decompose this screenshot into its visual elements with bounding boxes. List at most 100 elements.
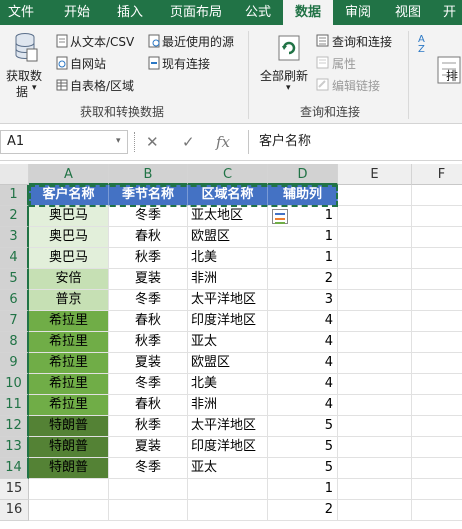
table-cell[interactable] bbox=[412, 479, 462, 500]
table-cell[interactable]: 奥巴马 bbox=[29, 227, 109, 248]
tab-page-layout[interactable]: 页面布局 bbox=[170, 0, 222, 25]
table-cell[interactable]: 冬季 bbox=[109, 290, 188, 311]
table-cell[interactable]: 秋季 bbox=[109, 248, 188, 269]
table-cell[interactable]: 希拉里 bbox=[29, 353, 109, 374]
table-cell[interactable]: 秋季 bbox=[109, 416, 188, 437]
table-cell[interactable]: 安倍 bbox=[29, 269, 109, 290]
row-header-3[interactable]: 3 bbox=[0, 227, 29, 248]
header-cell[interactable] bbox=[412, 185, 462, 206]
row-header-4[interactable]: 4 bbox=[0, 248, 29, 269]
header-cell[interactable]: 区域名称 bbox=[188, 185, 268, 206]
name-box[interactable]: A1 bbox=[0, 130, 128, 154]
table-cell[interactable] bbox=[412, 290, 462, 311]
table-cell[interactable]: 特朗普 bbox=[29, 437, 109, 458]
tab-insert[interactable]: 插入 bbox=[117, 0, 143, 25]
column-header-e[interactable]: E bbox=[338, 164, 412, 185]
table-cell[interactable]: 希拉里 bbox=[29, 395, 109, 416]
table-cell[interactable] bbox=[338, 437, 412, 458]
table-cell[interactable]: 2 bbox=[268, 269, 338, 290]
table-cell[interactable]: 希拉里 bbox=[29, 311, 109, 332]
table-cell[interactable] bbox=[338, 269, 412, 290]
row-header-7[interactable]: 7 bbox=[0, 311, 29, 332]
table-cell[interactable] bbox=[412, 458, 462, 479]
worksheet-grid[interactable]: A B C D E F 1 客户名称 季节名称 区域名称 辅助列 2 奥巴马 冬季 亚太地区 1 3 奥巴马 春秋欧… bbox=[0, 164, 462, 529]
column-header-d[interactable]: D bbox=[268, 164, 338, 185]
table-cell[interactable]: 亚太 bbox=[188, 458, 268, 479]
table-cell[interactable] bbox=[338, 395, 412, 416]
table-cell[interactable]: 1 bbox=[268, 227, 338, 248]
row-header-12[interactable]: 12 bbox=[0, 416, 29, 437]
table-cell[interactable] bbox=[29, 500, 109, 521]
table-cell[interactable] bbox=[412, 332, 462, 353]
table-cell[interactable]: 4 bbox=[268, 332, 338, 353]
row-header-9[interactable]: 9 bbox=[0, 353, 29, 374]
row-header-6[interactable]: 6 bbox=[0, 290, 29, 311]
table-cell[interactable] bbox=[338, 353, 412, 374]
table-cell[interactable]: 冬季 bbox=[109, 374, 188, 395]
table-cell[interactable]: 3 bbox=[268, 290, 338, 311]
table-cell[interactable] bbox=[412, 437, 462, 458]
table-cell[interactable]: 特朗普 bbox=[29, 416, 109, 437]
table-cell[interactable]: 4 bbox=[268, 395, 338, 416]
column-header-c[interactable]: C bbox=[188, 164, 268, 185]
table-cell[interactable]: 夏装 bbox=[109, 437, 188, 458]
header-cell[interactable]: 季节名称 bbox=[109, 185, 188, 206]
row-header-11[interactable]: 11 bbox=[0, 395, 29, 416]
table-cell[interactable] bbox=[412, 353, 462, 374]
table-cell[interactable]: 2 bbox=[268, 500, 338, 521]
table-cell[interactable]: 希拉里 bbox=[29, 374, 109, 395]
row-header-16[interactable]: 16 bbox=[0, 500, 29, 521]
table-cell[interactable] bbox=[412, 206, 462, 227]
row-header-1[interactable]: 1 bbox=[0, 185, 29, 206]
formula-input[interactable]: 客户名称 bbox=[248, 130, 462, 154]
header-cell[interactable] bbox=[338, 185, 412, 206]
table-cell[interactable]: 欧盟区 bbox=[188, 227, 268, 248]
table-cell[interactable]: 5 bbox=[268, 458, 338, 479]
table-cell[interactable]: 5 bbox=[268, 416, 338, 437]
table-cell[interactable] bbox=[338, 374, 412, 395]
table-cell[interactable] bbox=[412, 500, 462, 521]
table-cell[interactable] bbox=[412, 395, 462, 416]
table-cell[interactable]: 春秋 bbox=[109, 227, 188, 248]
table-cell[interactable]: 特朗普 bbox=[29, 458, 109, 479]
insert-function-icon[interactable]: fx bbox=[216, 130, 230, 154]
select-all-corner[interactable] bbox=[0, 164, 29, 185]
tab-home[interactable]: 开始 bbox=[64, 0, 90, 25]
table-cell[interactable]: 冬季 bbox=[109, 206, 188, 227]
table-cell[interactable]: 夏装 bbox=[109, 353, 188, 374]
table-cell[interactable] bbox=[338, 479, 412, 500]
table-cell[interactable] bbox=[338, 500, 412, 521]
table-cell[interactable]: 亚太 bbox=[188, 332, 268, 353]
table-cell[interactable] bbox=[338, 416, 412, 437]
table-cell[interactable]: 北美 bbox=[188, 374, 268, 395]
table-cell[interactable]: 太平洋地区 bbox=[188, 416, 268, 437]
table-cell[interactable] bbox=[412, 416, 462, 437]
table-cell[interactable] bbox=[338, 332, 412, 353]
table-cell[interactable] bbox=[412, 269, 462, 290]
table-cell[interactable]: 夏装 bbox=[109, 269, 188, 290]
table-cell[interactable]: 冬季 bbox=[109, 458, 188, 479]
table-cell[interactable]: 亚太地区 bbox=[188, 206, 268, 227]
table-cell[interactable]: 希拉里 bbox=[29, 332, 109, 353]
table-cell[interactable]: 春秋 bbox=[109, 395, 188, 416]
chevron-down-icon[interactable]: ▾ bbox=[116, 136, 121, 146]
column-header-a[interactable]: A bbox=[29, 164, 109, 185]
table-cell[interactable]: 非洲 bbox=[188, 269, 268, 290]
row-header-8[interactable]: 8 bbox=[0, 332, 29, 353]
table-cell[interactable]: 秋季 bbox=[109, 332, 188, 353]
column-header-f[interactable]: F bbox=[412, 164, 462, 185]
header-cell[interactable]: 辅助列 bbox=[268, 185, 338, 206]
row-header-14[interactable]: 14 bbox=[0, 458, 29, 479]
table-cell[interactable]: 太平洋地区 bbox=[188, 290, 268, 311]
tab-review[interactable]: 审阅 bbox=[345, 0, 371, 25]
table-cell[interactable] bbox=[412, 374, 462, 395]
table-cell[interactable]: 1 bbox=[268, 479, 338, 500]
table-cell[interactable]: 奥巴马 bbox=[29, 206, 109, 227]
column-header-b[interactable]: B bbox=[109, 164, 188, 185]
table-cell[interactable]: 5 bbox=[268, 437, 338, 458]
table-cell[interactable]: 1 bbox=[268, 248, 338, 269]
table-cell[interactable]: 4 bbox=[268, 374, 338, 395]
table-cell[interactable] bbox=[412, 248, 462, 269]
row-header-13[interactable]: 13 bbox=[0, 437, 29, 458]
table-cell[interactable] bbox=[109, 500, 188, 521]
